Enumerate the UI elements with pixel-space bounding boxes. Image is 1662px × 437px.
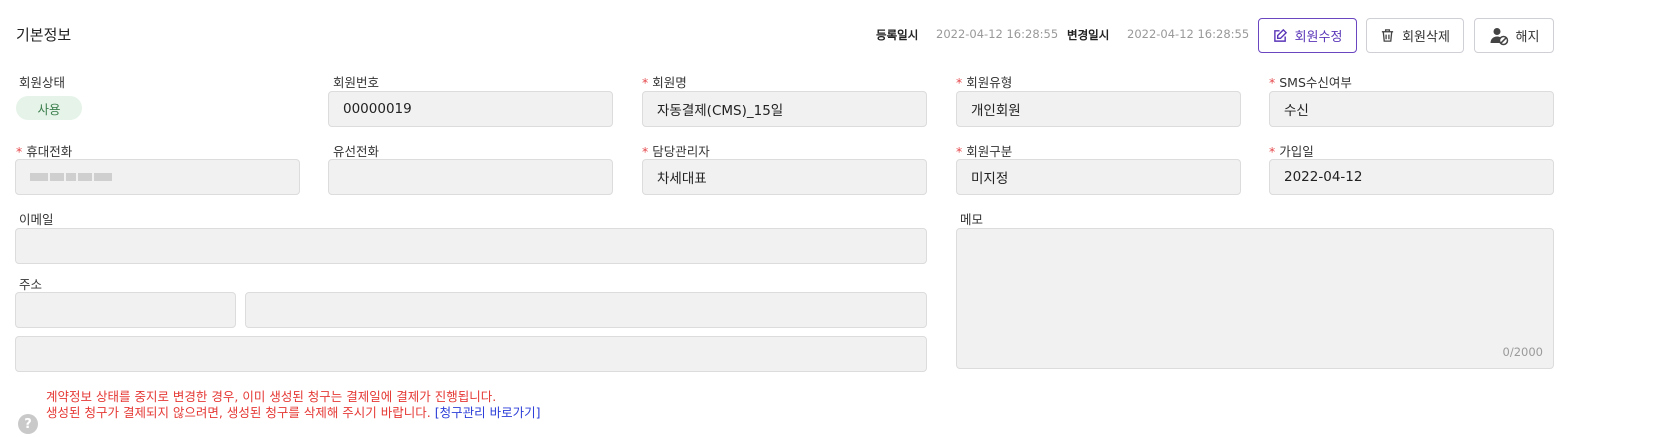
notice-line2: 생성된 청구가 결제되지 않으려면, 생성된 청구를 삭제해 주시기 바랍니다.… [46, 405, 541, 420]
memo-label: 메모 [960, 212, 984, 227]
edit-member-button[interactable]: 회원수정 [1258, 18, 1357, 53]
manager-label: * 담당관리자 [642, 144, 710, 159]
sms-field[interactable]: 수신 [1269, 91, 1554, 127]
help-icon: ? [18, 414, 38, 434]
landline-field[interactable] [328, 159, 613, 195]
edit-icon [1273, 28, 1288, 43]
modified-value: 2022-04-12 16:28:55 [1127, 27, 1250, 41]
memo-textarea[interactable]: 0/2000 [956, 228, 1554, 369]
email-field[interactable] [15, 228, 927, 264]
section-title: 기본정보 [16, 26, 72, 44]
member-name-field[interactable]: 자동결제(CMS)_15일 [642, 91, 927, 127]
registered-label: 등록일시 [876, 28, 919, 42]
address-line2-field[interactable] [15, 336, 927, 372]
memo-counter: 0/2000 [1502, 345, 1543, 359]
category-field[interactable]: 미지정 [956, 159, 1241, 195]
billing-link[interactable]: [청구관리 바로가기] [435, 405, 541, 420]
status-badge: 사용 [16, 96, 82, 120]
member-name-label: * 회원명 [642, 75, 687, 90]
member-no-label: 회원번호 [333, 75, 380, 90]
registered-value: 2022-04-12 16:28:55 [936, 27, 1059, 41]
address-line1-field[interactable] [245, 292, 927, 328]
sms-label: * SMS수신여부 [1269, 75, 1352, 90]
join-date-label: * 가입일 [1269, 144, 1314, 159]
zipcode-field[interactable] [15, 292, 236, 328]
category-label: * 회원구분 [956, 144, 1013, 159]
join-date-field[interactable]: 2022-04-12 [1269, 159, 1554, 195]
modified-label: 변경일시 [1067, 28, 1110, 42]
member-type-label: * 회원유형 [956, 75, 1013, 90]
manager-field[interactable]: 차세대표 [642, 159, 927, 195]
status-label: 회원상태 [19, 75, 66, 90]
landline-label: 유선전화 [333, 144, 380, 159]
member-no-field[interactable]: 00000019 [328, 91, 613, 127]
address-label: 주소 [19, 277, 43, 292]
delete-member-button[interactable]: 회원삭제 [1366, 18, 1464, 53]
email-label: 이메일 [19, 212, 54, 227]
mobile-field[interactable] [15, 159, 300, 195]
trash-icon [1380, 28, 1395, 43]
user-block-icon [1489, 26, 1509, 46]
cancel-membership-button[interactable]: 해지 [1474, 18, 1554, 53]
mobile-label: * 휴대전화 [16, 144, 73, 159]
member-type-field[interactable]: 개인회원 [956, 91, 1241, 127]
masked-phone [30, 173, 112, 181]
